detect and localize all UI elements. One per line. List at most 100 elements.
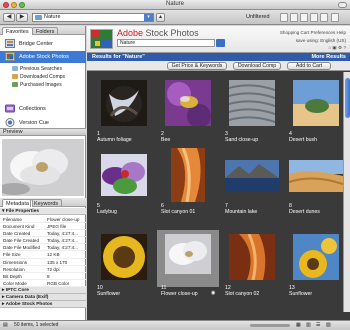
fav-bridge-center[interactable]: Bridge Center [0,38,86,50]
iptc-core-section[interactable]: ▸ IPTC Core [0,286,86,294]
view-filmstrip-icon[interactable]: ▥ [306,321,311,330]
version-cue-icon [5,118,15,127]
gear-icon[interactable]: ⚙ [338,45,342,50]
view-details-icon[interactable]: ☰ [316,321,320,330]
camera-icon[interactable] [300,13,308,22]
vertical-scrollbar[interactable] [343,72,350,312]
toolbar-toggle-button[interactable] [338,2,347,8]
meta-row: Document Kind JPEG file [0,223,86,231]
fav-adobe-stock-photos[interactable]: Adobe Stock Photos [0,51,86,63]
action-bar: Get Price & Keywords Download Comp Add t… [87,61,350,71]
folder-icon [12,74,18,79]
back-button[interactable]: ◀ [3,13,15,22]
tab-favorites[interactable]: Favorites [2,27,33,35]
left-pane: Favorites Folders Bridge Center Adobe St… [0,26,86,320]
home-icon[interactable]: ⌂ [328,45,331,50]
slot-canyon-01-image [171,148,205,202]
thumbnail-autumn-foliage[interactable]: 1 Autumn foliage [93,76,155,146]
toolbar: ◀ ▶ Nature ▾ ▴ Unfiltered [0,10,350,25]
thumbnail-desert-dunes[interactable]: 8 Desert dunes [285,148,347,218]
tab-keywords[interactable]: Keywords [30,199,63,207]
fav-label: Adobe Stock Photos [19,54,69,60]
help-icon[interactable]: ? [343,45,346,50]
mountain-lake-image [225,160,279,192]
thumbnail-label: 6 Slot canyon 01 [161,203,196,215]
cart-icon[interactable]: ▣ [332,45,336,50]
scrollbar-thumb[interactable] [345,78,350,118]
thumbnail-slot-canyon-02[interactable]: 12 Slot canyon 02 [221,230,283,300]
meta-row: Color Mode RGB Color [0,280,86,287]
tab-folders[interactable]: Folders [32,27,59,35]
meta-row: Date Created Today, 4:27:4... [0,230,86,238]
toggle-panels-icon[interactable]: ▤ [3,321,8,330]
rotate-ccw-icon[interactable] [310,13,318,22]
thumbnail-desert-bush[interactable]: 4 Desert bush [285,76,347,146]
camera-data-section[interactable]: ▸ Camera Data (Exif) [0,293,86,301]
slot-canyon-02-image [229,234,275,280]
go-up-button[interactable]: ▴ [156,13,165,22]
view-versions-icon[interactable]: ▧ [326,321,331,330]
preview-header[interactable]: Preview [0,128,86,136]
title-bar: Nature [0,0,350,10]
thumbnail-sunflower[interactable]: 10 Sunflower [93,230,155,300]
meta-row: Date File Created Today, 4:27:4... [0,237,86,245]
file-properties-header[interactable]: ▾ File Properties [0,208,86,215]
thumbnail-label: 8 Desert dunes [289,203,320,215]
search-history-icon [12,66,18,71]
view-grid-icon[interactable]: ▦ [296,321,301,330]
stock-photos-icon [5,52,15,61]
thumbnail-label: 2 Bee [161,131,171,143]
path-label: Nature [44,14,61,20]
thumbnail-size-slider[interactable] [250,324,290,327]
results-label: Results for "Nature" [92,54,145,60]
rotate-left-icon[interactable] [280,13,288,22]
rotate-cw-icon[interactable] [320,13,328,22]
header-links[interactable]: Shopping Cart Preferences Help [280,30,346,35]
ladybug-image [101,154,147,196]
bridge-center-icon [5,39,15,48]
stock-photos-logo [90,29,113,49]
add-to-cart-button[interactable]: Add to Cart [287,62,331,70]
results-bar: Results for "Nature" More Results [87,53,350,61]
thumbnail-label: 4 Desert bush [289,131,317,143]
trash-icon[interactable] [331,13,339,22]
thumbnail-bee[interactable]: 2 Bee [157,76,219,146]
fav-collections[interactable]: Collections [0,103,86,115]
thumbnail-sunflower-2[interactable]: 13 Sunflower [285,230,347,300]
stock-photos-logo-graphic [91,30,112,48]
fav-label: Version Cue [19,120,49,126]
path-dropdown[interactable]: Nature ▾ [32,13,154,22]
bee-image [165,80,211,126]
thumbnail-ladybug[interactable]: 5 Ladybug [93,148,155,218]
thumbnail-grid: 1 Autumn foliage 2 Bee 3 Sand close-up 4… [87,72,343,312]
tab-metadata[interactable]: Metadata [2,199,33,207]
window-title: Nature [165,1,184,7]
more-results-link[interactable]: More Results [311,53,346,61]
new-folder-icon[interactable] [290,13,298,22]
search-go-button[interactable] [216,39,225,47]
desert-bush-image [293,80,339,126]
thumbnail-menu-icon[interactable]: ◉ [211,290,215,296]
download-comp-button[interactable]: Download Comp [233,62,281,70]
filter-menu[interactable]: Unfiltered [246,14,270,20]
meta-row: Date File Modified Today, 4:27:4... [0,244,86,252]
status-text: 50 items, 1 selected [14,322,59,328]
get-price-keywords-button[interactable]: Get Price & Keywords [167,62,227,70]
stock-search-input[interactable]: Nature [117,39,215,47]
thumbnail-flower-close-up[interactable]: 11 Flower close-up ◉ [157,230,219,300]
thumbnail-label: 7 Mountain lake [225,203,258,215]
favorites-list: Bridge Center Adobe Stock Photos Previou… [0,35,86,135]
back-arrow-icon: ◀ [6,14,12,20]
sand-close-up-image [229,80,275,126]
thumbnail-slot-canyon-01[interactable]: 6 Slot canyon 01 [157,148,219,218]
meta-row: File Size 12 KB [0,251,86,259]
adobe-stock-photos-section[interactable]: ▸ Adobe Stock Photos [0,300,86,308]
forward-button[interactable]: ▶ [16,13,28,22]
meta-row: Dimensions 135 x 170 [0,259,86,266]
thumbnail-mountain-lake[interactable]: 7 Mountain lake [221,148,283,218]
thumbnail-label: 3 Sand close-up [225,131,259,143]
up-arrow-icon: ▴ [158,14,162,20]
favorites-tabs: Favorites Folders [0,26,85,35]
status-bar: ▤ 50 items, 1 selected ▦ ▥ ☰ ▧ [0,320,350,330]
thumbnail-sand-close-up[interactable]: 3 Sand close-up [221,76,283,146]
